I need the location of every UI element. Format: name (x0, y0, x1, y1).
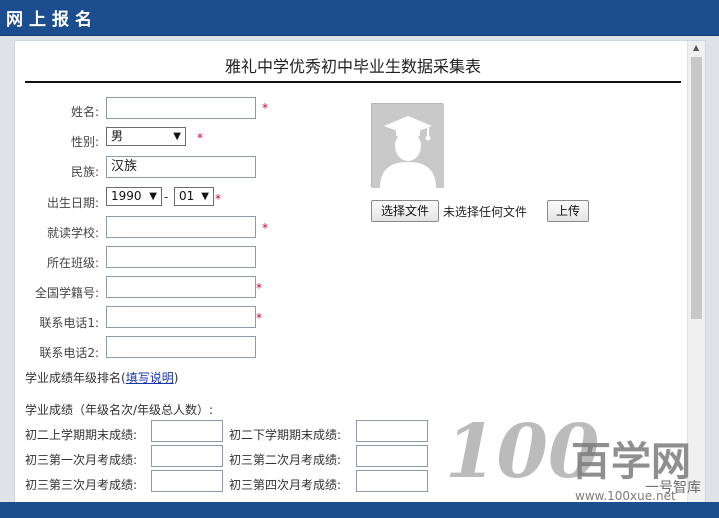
choose-file-button[interactable]: 选择文件 (371, 200, 439, 222)
phone1-input[interactable] (106, 306, 256, 328)
score-row-3-right-label: 初三第四次月考成绩: (229, 478, 342, 492)
score-row-2-left-input[interactable] (151, 445, 223, 467)
graduate-avatar-icon (372, 104, 444, 188)
score-row-2-right-label: 初三第二次月考成绩: (229, 453, 342, 467)
school-label: 就读学校: (46, 226, 99, 240)
birthdate-required-mark: * (215, 192, 221, 206)
scroll-up-arrow-icon[interactable]: ▲ (693, 43, 699, 52)
student-id-input[interactable] (106, 276, 256, 298)
photo-preview (371, 103, 444, 188)
school-input[interactable] (106, 216, 256, 238)
form-frame: 雅礼中学优秀初中毕业生数据采集表 姓名: * 性别: 男 ▼ * 民族: 汉族 … (14, 40, 706, 510)
header-title: 网上报名 (6, 10, 98, 30)
ranking-paren-close: ) (173, 371, 179, 385)
score-row-3-left-label: 初三第三次月考成绩: (25, 478, 138, 492)
chevron-down-icon: ▼ (149, 191, 157, 202)
school-required-mark: * (262, 221, 268, 235)
chevron-down-icon: ▼ (201, 191, 209, 202)
ranking-label: 学业成绩年级排名 (25, 371, 122, 385)
class-label: 所在班级: (46, 256, 99, 270)
ethnicity-input[interactable]: 汉族 (106, 156, 256, 178)
score-row-1-left-input[interactable] (151, 420, 223, 442)
birth-month-value: 01 (179, 189, 195, 203)
birth-year-value: 1990 (111, 189, 142, 203)
gender-required-mark: * (197, 131, 203, 145)
file-status-text: 未选择任何文件 (443, 205, 528, 219)
phone2-input[interactable] (106, 336, 256, 358)
student-id-label: 全国学籍号: (34, 286, 99, 300)
score-row-3-left-input[interactable] (151, 470, 223, 492)
birthdate-label: 出生日期: (46, 196, 99, 210)
scrollbar-thumb[interactable] (691, 57, 702, 319)
title-divider (25, 81, 681, 83)
bottom-bar (0, 502, 719, 518)
upload-button[interactable]: 上传 (547, 200, 589, 222)
fill-instructions-link[interactable]: 填写说明 (126, 371, 174, 385)
name-required-mark: * (262, 101, 268, 115)
student-id-required-mark: * (256, 281, 262, 295)
score-row-3-right-input[interactable] (356, 470, 428, 492)
gender-label: 性别: (70, 135, 99, 149)
phone1-required-mark: * (256, 311, 262, 325)
birth-month-select[interactable]: 01 ▼ (174, 187, 214, 206)
scores-heading: 学业成绩（年级名次/年级总人数）: (25, 403, 214, 417)
score-row-2-left-label: 初三第一次月考成绩: (25, 453, 138, 467)
page-header: 网上报名 (0, 0, 719, 36)
gender-select[interactable]: 男 ▼ (106, 127, 186, 146)
phone2-label: 联系电话2: (39, 346, 99, 360)
form-title: 雅礼中学优秀初中毕业生数据采集表 (224, 57, 481, 76)
score-row-1-right-label: 初二下学期期末成绩: (229, 428, 342, 442)
birthdate-separator: - (164, 190, 169, 204)
birth-year-select[interactable]: 1990 ▼ (106, 187, 162, 206)
gender-select-value: 男 (111, 129, 124, 143)
ethnicity-label: 民族: (70, 165, 99, 179)
name-input[interactable] (106, 97, 256, 119)
class-input[interactable] (106, 246, 256, 268)
score-row-2-right-input[interactable] (356, 445, 428, 467)
name-label: 姓名: (70, 105, 99, 119)
watermark-url: www.100xue.net (575, 489, 676, 503)
score-row-1-left-label: 初二上学期期末成绩: (25, 428, 138, 442)
chevron-down-icon: ▼ (173, 131, 181, 142)
phone1-label: 联系电话1: (39, 316, 99, 330)
score-row-1-right-input[interactable] (356, 420, 428, 442)
ranking-line: 学业成绩年级排名(填写说明) (25, 369, 178, 386)
